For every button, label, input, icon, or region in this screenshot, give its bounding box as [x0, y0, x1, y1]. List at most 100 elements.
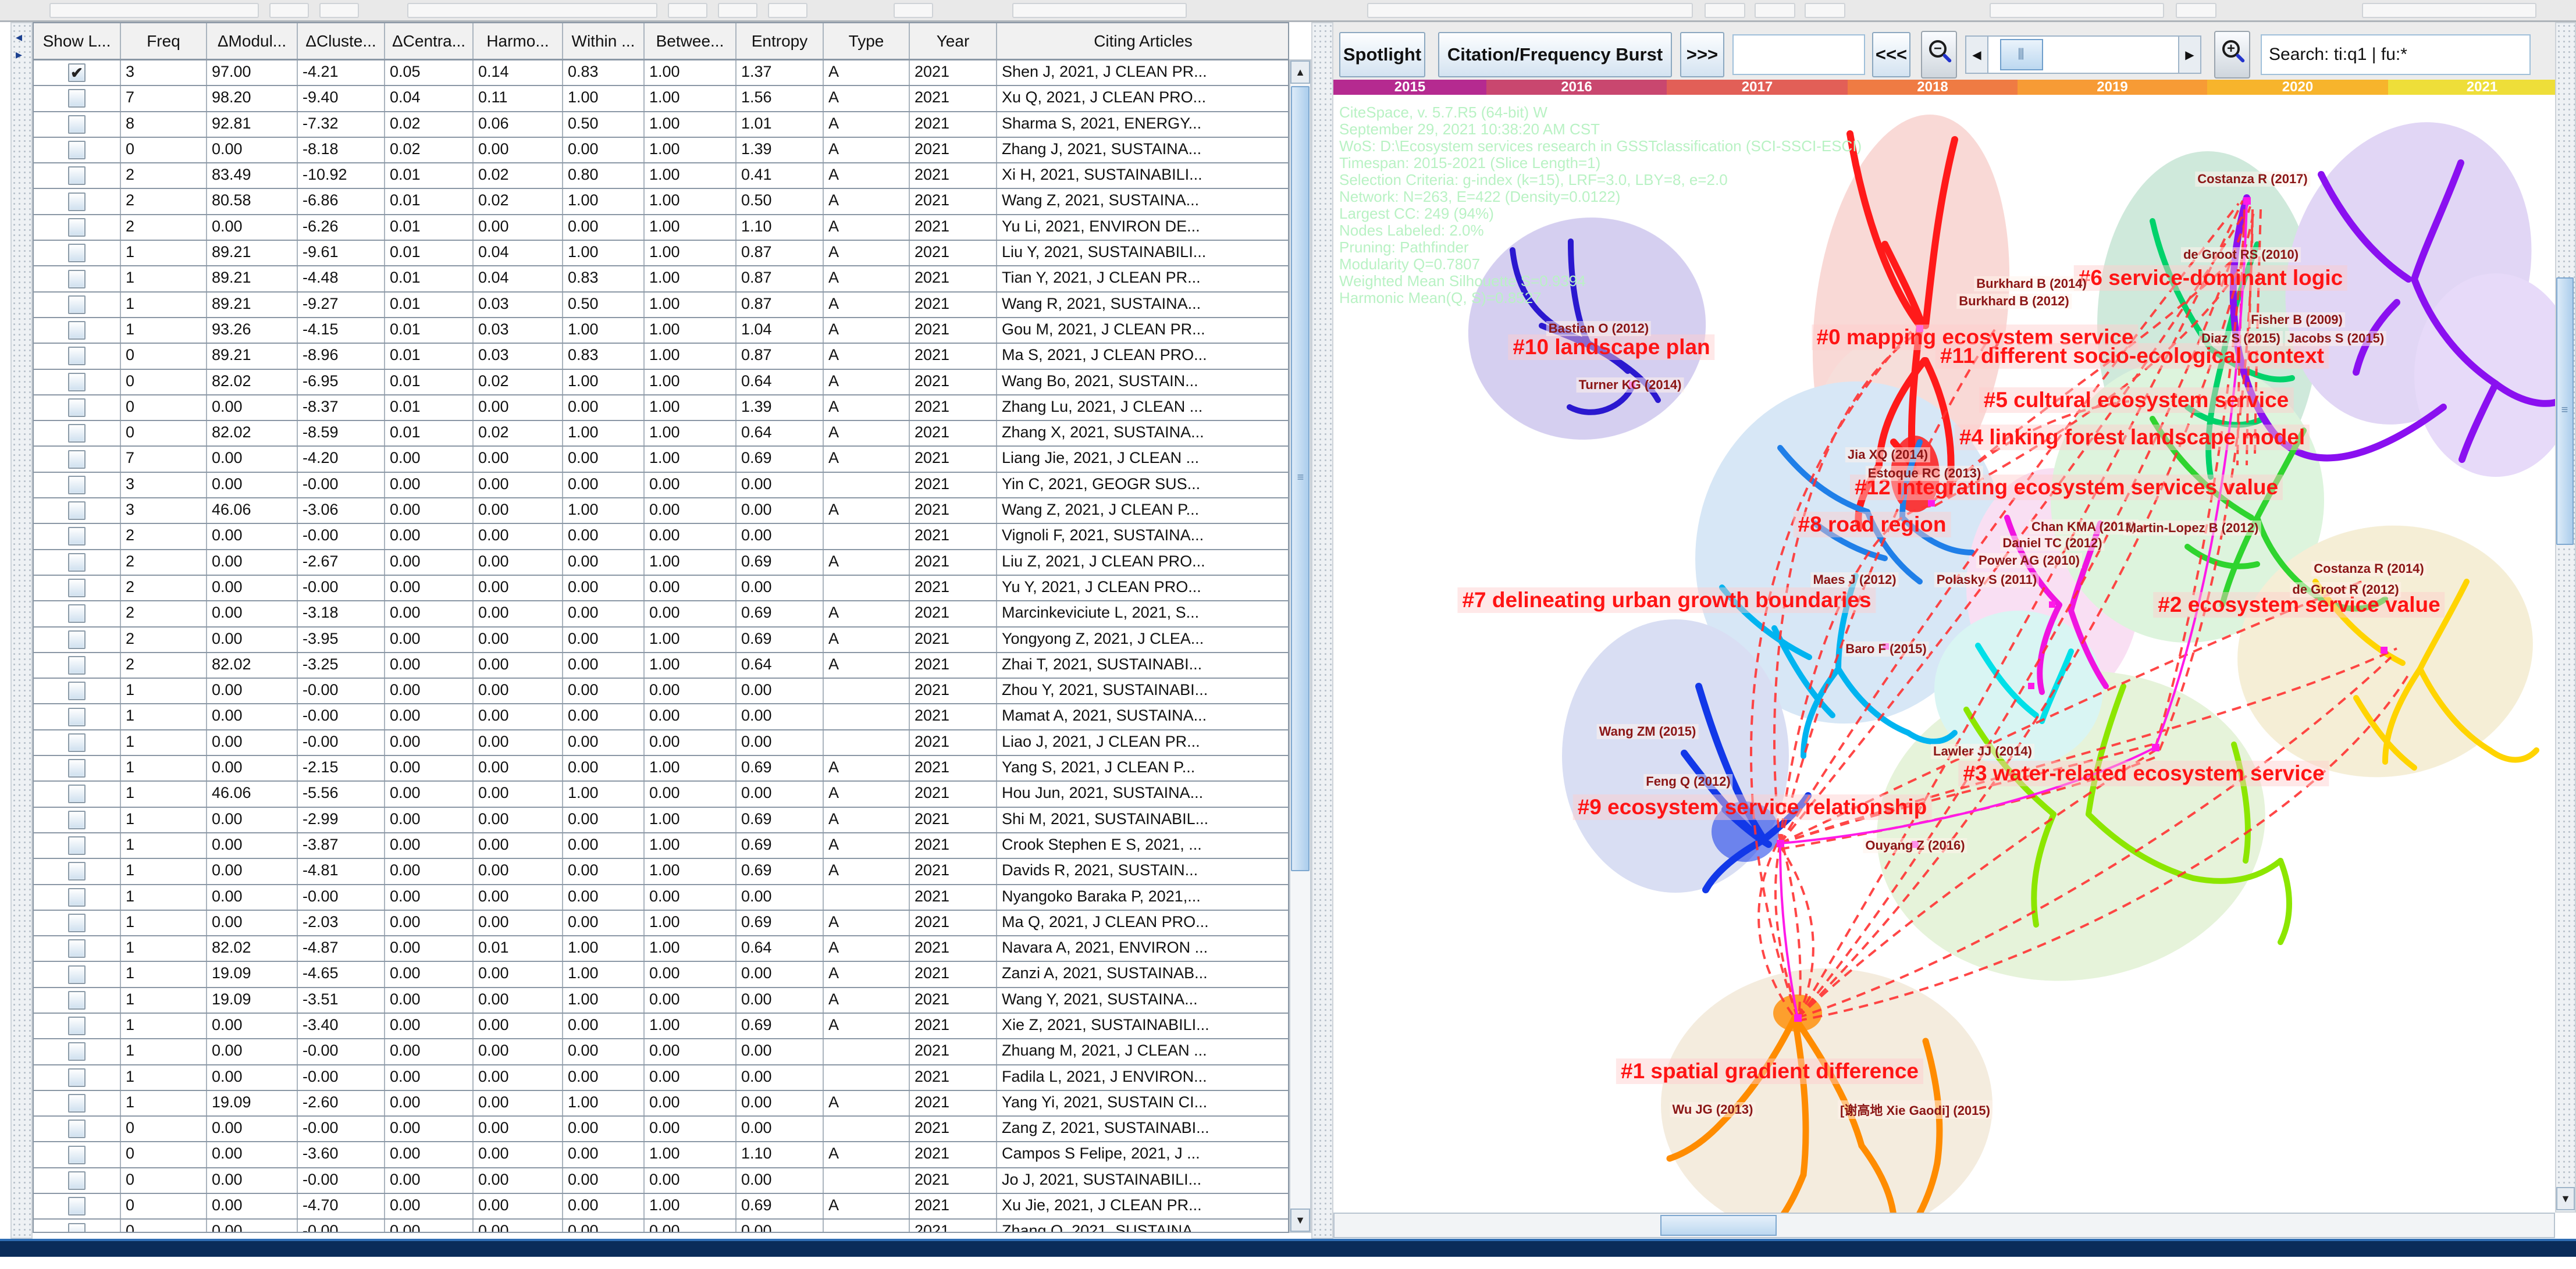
show-label-checkbox[interactable]	[68, 682, 86, 700]
table-column-header[interactable]: ΔCluste...	[298, 23, 385, 59]
node-label[interactable]: Power AG (2010)	[1976, 553, 2082, 568]
table-row[interactable]: 10.00-0.000.000.000.000.000.002021Nyango…	[34, 885, 1288, 911]
slider-right-arrow[interactable]: ▶	[2178, 37, 2200, 73]
table-row[interactable]: 10.00-4.810.000.000.001.000.69A2021David…	[34, 859, 1288, 885]
show-label-checkbox[interactable]	[68, 527, 86, 546]
cluster-label[interactable]: #11 different socio-ecological context	[1935, 343, 2329, 369]
cluster-label[interactable]: #4 linking forest landscape model	[1955, 425, 2310, 450]
show-label-checkbox[interactable]	[68, 166, 86, 185]
node-label[interactable]: Jacobs S (2015)	[2285, 331, 2386, 346]
table-row[interactable]: 10.00-3.870.000.000.001.000.69A2021Crook…	[34, 833, 1288, 859]
show-label-checkbox[interactable]	[68, 604, 86, 623]
table-column-header[interactable]: Harmo...	[474, 23, 563, 59]
show-label-checkbox[interactable]	[68, 218, 86, 237]
show-label-checkbox[interactable]	[68, 733, 86, 752]
toolbar-text-field[interactable]	[1732, 34, 1865, 75]
table-row[interactable]: 182.02-4.870.000.011.001.000.64A2021Nava…	[34, 936, 1288, 962]
table-row[interactable]: 189.21-4.480.010.040.831.000.87A2021Tian…	[34, 266, 1288, 292]
show-label-checkbox[interactable]	[68, 270, 86, 288]
node-label[interactable]: de Groot R (2012)	[2290, 582, 2401, 597]
collapse-left-icon[interactable]: ◂	[16, 31, 22, 43]
node-label[interactable]: Bastian O (2012)	[1546, 321, 1651, 336]
table-row[interactable]: 082.02-6.950.010.021.001.000.64A2021Wang…	[34, 370, 1288, 395]
cluster-label[interactable]: #7 delineating urban growth boundaries	[1457, 587, 1876, 613]
show-label-checkbox[interactable]	[68, 1094, 86, 1113]
cluster-label[interactable]: #9 ecosystem service relationship	[1573, 794, 1932, 820]
show-label-checkbox[interactable]	[68, 579, 86, 597]
show-label-checkbox[interactable]	[68, 450, 86, 469]
table-row[interactable]: 798.20-9.400.040.111.001.001.56A2021Xu Q…	[34, 86, 1288, 112]
node-label[interactable]: Diaz S (2015)	[2199, 331, 2283, 346]
node-label[interactable]: Estoque RC (2013)	[1866, 466, 1983, 481]
table-column-header[interactable]: Within ...	[563, 23, 645, 59]
table-row[interactable]: 30.00-0.000.000.000.000.000.002021Yin C,…	[34, 473, 1288, 498]
table-column-header[interactable]: ΔModul...	[207, 23, 298, 59]
table-scroll-thumb[interactable]: ≡	[1291, 86, 1310, 871]
table-row[interactable]: 189.21-9.270.010.030.501.000.87A2021Wang…	[34, 293, 1288, 318]
table-row[interactable]: 10.00-3.400.000.000.001.000.69A2021Xie Z…	[34, 1014, 1288, 1039]
node-label[interactable]: Wang ZM (2015)	[1597, 724, 1699, 739]
show-label-checkbox[interactable]	[68, 991, 86, 1010]
node-label[interactable]: Burkhard B (2014)	[1974, 276, 2089, 291]
node-label[interactable]: de Groot RS (2010)	[2181, 247, 2301, 262]
timeline-slider[interactable]: ◀ ⫴ ▶	[1965, 35, 2201, 74]
table-row[interactable]: 00.00-8.180.020.000.001.001.39A2021Zhang…	[34, 138, 1288, 163]
show-label-checkbox[interactable]	[68, 811, 86, 829]
slider-thumb[interactable]: ⫴	[2000, 39, 2043, 70]
viz-vscroll-thumb[interactable]: ≡	[2556, 277, 2574, 545]
viz-hscroll-thumb[interactable]	[1660, 1215, 1777, 1236]
node-label[interactable]: Feng Q (2012)	[1643, 774, 1732, 789]
table-column-header[interactable]: Entropy	[736, 23, 824, 59]
table-row[interactable]: 119.09-2.600.000.001.000.000.00A2021Yang…	[34, 1091, 1288, 1117]
cluster-label[interactable]: #6 service-dominant logic	[2074, 265, 2347, 291]
show-label-checkbox[interactable]	[68, 115, 86, 134]
cluster-label[interactable]: #1 spatial gradient difference	[1616, 1058, 1923, 1084]
show-label-checkbox[interactable]	[68, 141, 86, 159]
show-label-checkbox[interactable]	[68, 553, 86, 572]
show-label-checkbox[interactable]	[68, 708, 86, 726]
table-row[interactable]: 00.00-0.000.000.000.000.000.002021Zang Z…	[34, 1117, 1288, 1142]
node-label[interactable]: Jia XQ (2014)	[1845, 447, 1930, 462]
left-pane-splitter[interactable]: ◂ ▸	[10, 22, 33, 1239]
table-row[interactable]: 089.21-8.960.010.030.831.000.87A2021Ma S…	[34, 344, 1288, 369]
network-canvas[interactable]: CiteSpace, v. 5.7.R5 (64-bit) WSeptember…	[1333, 95, 2555, 1213]
show-label-checkbox[interactable]	[68, 630, 86, 649]
table-row[interactable]: 119.09-3.510.000.001.000.000.00A2021Wang…	[34, 988, 1288, 1014]
table-row[interactable]: 20.00-3.950.000.000.001.000.69A2021Yongy…	[34, 628, 1288, 653]
spotlight-button[interactable]: Spotlight	[1339, 32, 1425, 77]
table-column-header[interactable]: Freq	[121, 23, 207, 59]
table-row[interactable]: 280.58-6.860.010.021.001.000.50A2021Wang…	[34, 189, 1288, 215]
show-label-checkbox[interactable]	[68, 295, 86, 314]
table-row[interactable]: 10.00-2.990.000.000.001.000.69A2021Shi M…	[34, 808, 1288, 833]
table-row[interactable]: 10.00-0.000.000.000.000.000.002021Mamat …	[34, 704, 1288, 730]
node-label[interactable]: Costanza R (2017)	[2195, 172, 2310, 187]
table-row[interactable]: 146.06-5.560.000.001.000.000.00A2021Hou …	[34, 782, 1288, 807]
table-row[interactable]: 20.00-6.260.010.000.001.001.10A2021Yu Li…	[34, 215, 1288, 241]
table-row[interactable]: 20.00-0.000.000.000.000.000.002021Vignol…	[34, 524, 1288, 550]
node-label[interactable]: [谢高地 Xie Gaodi] (2015)	[1838, 1100, 1993, 1119]
node-label[interactable]: Polasky S (2011)	[1934, 572, 2039, 587]
show-label-checkbox[interactable]	[68, 476, 86, 494]
show-label-checkbox[interactable]	[68, 862, 86, 881]
node-label[interactable]: Martin-Lopez B (2012)	[2123, 521, 2261, 536]
show-label-checkbox[interactable]	[68, 398, 86, 417]
cluster-label[interactable]: #8 road region	[1794, 512, 1951, 537]
show-label-checkbox[interactable]	[68, 347, 86, 365]
cluster-label[interactable]: #10 landscape plan	[1508, 334, 1714, 360]
show-label-checkbox[interactable]	[68, 1042, 86, 1061]
node-label[interactable]: Costanza R (2014)	[2311, 561, 2426, 576]
step-forward-button[interactable]: >>>	[1680, 32, 1724, 77]
table-column-header[interactable]: Type	[824, 23, 910, 59]
citation-frequency-burst-button[interactable]: Citation/Frequency Burst	[1438, 32, 1672, 77]
table-row[interactable]: 20.00-0.000.000.000.000.000.002021Yu Y, …	[34, 576, 1288, 601]
step-back-button[interactable]: <<<	[1872, 32, 1910, 77]
expand-left-icon[interactable]: ▸	[16, 49, 22, 60]
node-label[interactable]: Maes J (2012)	[1810, 572, 1898, 587]
show-label-checkbox[interactable]	[68, 888, 86, 907]
node-label[interactable]: Wu JG (2013)	[1670, 1102, 1756, 1117]
panel-splitter[interactable]	[1311, 22, 1333, 1239]
table-row[interactable]: 00.00-4.700.000.000.001.000.69A2021Xu Ji…	[34, 1194, 1288, 1220]
table-vertical-scrollbar[interactable]: ▲ ≡ ▼	[1289, 59, 1311, 1233]
table-row[interactable]: ✔397.00-4.210.050.140.831.001.37A2021She…	[34, 60, 1288, 86]
node-label[interactable]: Daniel TC (2012)	[2000, 536, 2104, 551]
